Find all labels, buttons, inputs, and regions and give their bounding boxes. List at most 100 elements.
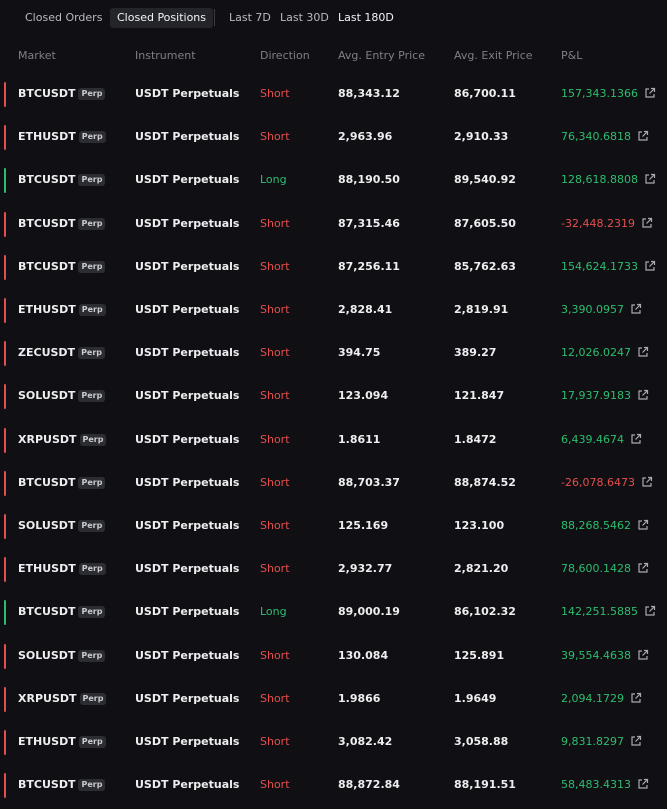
table-row[interactable]: ETHUSDT Perp USDT Perpetuals Short 3,082.42 3…	[0, 721, 667, 764]
exit-price-cell: 121.847	[454, 389, 505, 403]
pnl-value: 39,554.4638	[561, 648, 631, 662]
table-row[interactable]: SOLUSDT Perp USDT Perpetuals Short 130.084 12…	[0, 635, 667, 678]
direction-cell: Short	[260, 562, 290, 576]
column-header-direction: Direction	[260, 49, 310, 62]
pnl-cell: 88,268.5462	[561, 518, 649, 534]
table-row[interactable]: BTCUSDT Perp USDT Perpetuals Long 89,000.19 8…	[0, 591, 667, 634]
entry-price-cell: 88,190.50	[338, 173, 400, 187]
instrument-cell: USDT Perpetuals	[135, 259, 240, 273]
direction-cell: Short	[260, 346, 290, 360]
share-icon[interactable]	[641, 217, 653, 229]
entry-price-cell: 3,082.42	[338, 735, 393, 748]
share-icon[interactable]	[637, 649, 649, 661]
share-icon[interactable]	[630, 433, 642, 445]
instrument-cell: USDT Perpetuals	[135, 735, 240, 748]
table-row[interactable]: ETHUSDT Perp USDT Perpetuals Short 2,828.41 2…	[0, 289, 667, 332]
pnl-value: 76,340.6818	[561, 130, 631, 144]
direction-cell: Short	[260, 519, 290, 532]
tab-bar: Closed Orders Closed Positions Last 7D L…	[0, 0, 667, 36]
share-icon[interactable]	[637, 519, 649, 531]
direction-cell: Short	[260, 130, 290, 144]
market-cell: BTCUSDT Perp	[18, 172, 106, 188]
entry-price-cell: 89,000.19	[338, 605, 400, 619]
entry-price-cell: 1.8611	[338, 432, 381, 446]
entry-price-cell: 123.094	[338, 389, 389, 403]
market-cell: ETHUSDT Perp	[18, 129, 106, 145]
share-icon[interactable]	[637, 778, 649, 790]
share-icon[interactable]	[644, 605, 656, 617]
table-row[interactable]: BTCUSDT Perp USDT Perpetuals Short 87,315.46…	[0, 203, 667, 246]
market-cell: BTCUSDT Perp	[18, 604, 106, 620]
entry-price-cell: 88,703.37	[338, 475, 400, 489]
perp-badge: Perp	[78, 347, 106, 360]
pnl-cell: 78,600.1428	[561, 561, 649, 577]
table-row[interactable]: BTCUSDT Perp USDT Perpetuals Short 87,256.11…	[0, 246, 667, 289]
share-icon[interactable]	[644, 260, 656, 272]
market-cell: XRPUSDT Perp	[18, 691, 107, 707]
share-icon[interactable]	[637, 346, 649, 358]
direction-cell: Short	[260, 216, 290, 230]
pnl-value: 157,343.1366	[561, 87, 638, 100]
tab-closed-orders[interactable]: Closed Orders	[25, 8, 102, 28]
share-icon[interactable]	[630, 303, 642, 315]
market-cell: BTCUSDT Perp	[18, 475, 106, 491]
direction-indicator-bar	[4, 125, 6, 151]
market-symbol: ETHUSDT	[18, 130, 76, 144]
tab-last-30d[interactable]: Last 30D	[280, 8, 329, 28]
table-row[interactable]: BTCUSDT Perp USDT Perpetuals Short 88,343.12…	[0, 73, 667, 116]
market-cell: BTCUSDT Perp	[18, 259, 106, 275]
share-icon[interactable]	[630, 692, 642, 704]
table-row[interactable]: XRPUSDT Perp USDT Perpetuals Short 1.8611 1.8…	[0, 419, 667, 462]
share-icon[interactable]	[637, 562, 649, 574]
table-row[interactable]: ZECUSDT Perp USDT Perpetuals Short 394.75 389…	[0, 332, 667, 375]
perp-badge: Perp	[78, 779, 106, 792]
direction-indicator-bar	[4, 600, 6, 626]
table-row[interactable]: BTCUSDT Perp USDT Perpetuals Long 88,190.50 8…	[0, 159, 667, 202]
instrument-cell: USDT Perpetuals	[135, 303, 240, 316]
market-cell: ETHUSDT Perp	[18, 734, 106, 750]
direction-cell: Short	[260, 259, 290, 273]
table-row[interactable]: XRPUSDT Perp USDT Perpetuals Short 1.9866 1.9…	[0, 678, 667, 721]
direction-indicator-bar	[4, 427, 6, 453]
table-row[interactable]: BTCUSDT Perp USDT Perpetuals Short 88,872.84…	[0, 764, 667, 807]
table-row[interactable]: ETHUSDT Perp USDT Perpetuals Short 2,963.96 2…	[0, 116, 667, 159]
tab-last-7d[interactable]: Last 7D	[229, 8, 271, 28]
market-symbol: BTCUSDT	[18, 778, 76, 792]
instrument-cell: USDT Perpetuals	[135, 346, 240, 360]
pnl-cell: 17,937.9183	[561, 388, 649, 404]
pnl-value: 78,600.1428	[561, 562, 631, 576]
tab-closed-positions[interactable]: Closed Positions	[110, 8, 214, 28]
tab-last-180d[interactable]: Last 180D	[338, 8, 394, 28]
table-row[interactable]: BTCUSDT Perp USDT Perpetuals Short 88,703.37…	[0, 462, 667, 505]
market-cell: BTCUSDT Perp	[18, 216, 106, 232]
pnl-value: 9,831.8297	[561, 735, 624, 748]
table-row[interactable]: ETHUSDT Perp USDT Perpetuals Short 2,932.77 2…	[0, 548, 667, 591]
pnl-value: 154,624.1733	[561, 259, 638, 273]
share-icon[interactable]	[637, 389, 649, 401]
share-icon[interactable]	[630, 735, 642, 747]
perp-badge: Perp	[78, 390, 106, 403]
table-row[interactable]: SOLUSDT Perp USDT Perpetuals Short 125.169 12…	[0, 505, 667, 548]
share-icon[interactable]	[644, 173, 656, 185]
instrument-cell: USDT Perpetuals	[135, 562, 240, 576]
table-header: Market Instrument Direction Avg. Entry P…	[0, 46, 667, 66]
entry-price-cell: 2,963.96	[338, 130, 393, 144]
share-icon[interactable]	[637, 130, 649, 142]
exit-price-cell: 3,058.88	[454, 735, 509, 748]
share-icon[interactable]	[644, 87, 656, 99]
direction-indicator-bar	[4, 643, 6, 669]
market-symbol: BTCUSDT	[18, 605, 76, 619]
pnl-cell: 39,554.4638	[561, 648, 649, 664]
market-symbol: XRPUSDT	[18, 691, 77, 705]
market-cell: SOLUSDT Perp	[18, 648, 106, 664]
table-row[interactable]: SOLUSDT Perp USDT Perpetuals Short 123.094 12…	[0, 375, 667, 418]
exit-price-cell: 123.100	[454, 519, 505, 532]
perp-badge: Perp	[78, 88, 106, 100]
pnl-value: 3,390.0957	[561, 303, 624, 316]
exit-price-cell: 2,819.91	[454, 303, 509, 316]
instrument-cell: USDT Perpetuals	[135, 519, 240, 532]
perp-badge: Perp	[78, 563, 106, 576]
share-icon[interactable]	[641, 476, 653, 488]
perp-badge: Perp	[78, 476, 106, 489]
pnl-cell: 157,343.1366	[561, 86, 656, 102]
